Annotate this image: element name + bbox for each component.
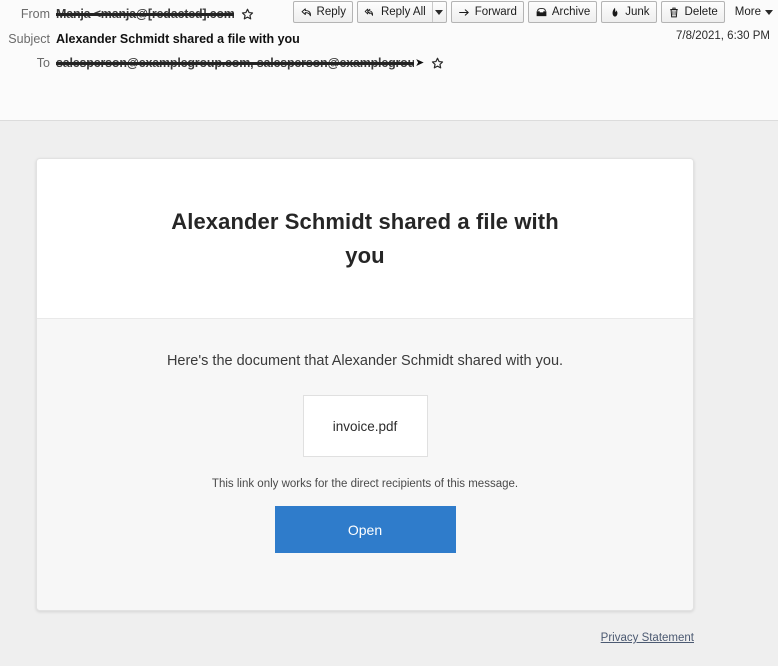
open-button-label: Open xyxy=(347,521,383,538)
expand-recipients-icon[interactable]: ➤ xyxy=(415,55,424,71)
from-label: From xyxy=(20,7,50,21)
card-body: Here's the document that Alexander Schmi… xyxy=(37,319,693,610)
from-address-text: Manja <manja@[redacted].com> xyxy=(56,7,234,21)
star-icon[interactable] xyxy=(431,57,444,70)
to-row: To salesperson@examplegroup.com, salespe… xyxy=(0,52,778,74)
star-icon[interactable] xyxy=(241,8,254,21)
file-attachment-box[interactable]: invoice.pdf xyxy=(302,395,428,457)
to-address-text: salesperson@examplegroup.com, salesperso… xyxy=(56,56,414,70)
card-header: Alexander Schmidt shared a file with you xyxy=(37,159,693,319)
share-notification-card: Alexander Schmidt shared a file with you… xyxy=(36,158,694,611)
intro-text: Here's the document that Alexander Schmi… xyxy=(166,353,564,369)
open-button[interactable]: Open xyxy=(274,506,456,553)
from-address[interactable]: Manja <manja@[redacted].com> xyxy=(56,6,234,22)
subject-text: Alexander Schmidt shared a file with you xyxy=(56,32,300,46)
subject-label: Subject xyxy=(8,32,50,46)
privacy-statement-link[interactable]: Privacy Statement xyxy=(601,632,694,644)
subject-row: Subject Alexander Schmidt shared a file … xyxy=(0,28,778,50)
mail-body: Alexander Schmidt shared a file with you… xyxy=(0,121,778,666)
mail-date: 7/8/2021, 6:30 PM xyxy=(676,30,770,42)
file-name-label: invoice.pdf xyxy=(332,418,398,434)
mail-header: Reply Reply All Forward Archive Junk Del… xyxy=(0,0,778,121)
from-row: From Manja <manja@[redacted].com> xyxy=(0,3,778,25)
fineprint-text: This link only works for the direct reci… xyxy=(211,478,519,490)
card-title: Alexander Schmidt shared a file with you xyxy=(171,208,559,268)
to-address[interactable]: salesperson@examplegroup.com, salesperso… xyxy=(56,55,424,71)
to-label: To xyxy=(36,56,50,70)
